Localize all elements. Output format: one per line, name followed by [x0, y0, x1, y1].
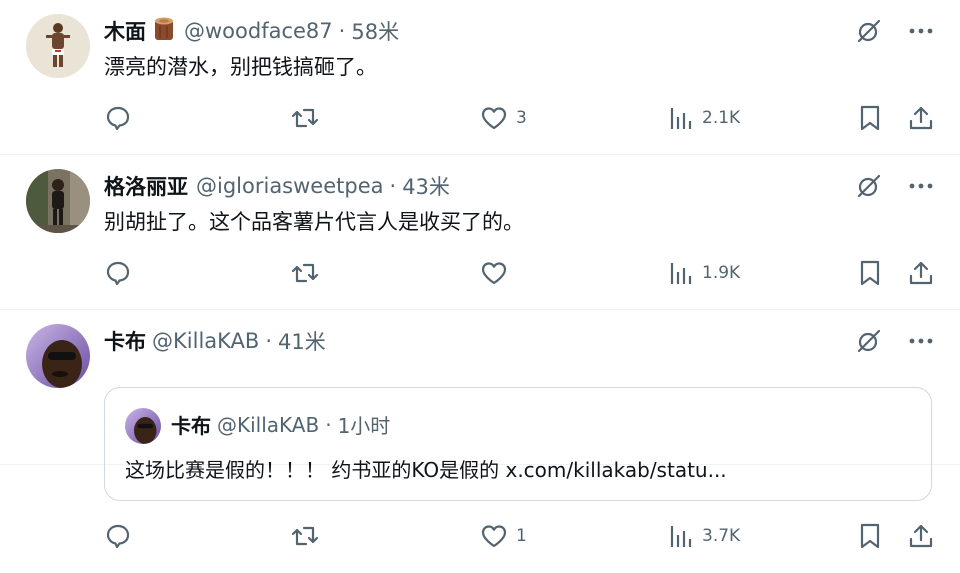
retweet-arrows-icon	[291, 263, 319, 283]
bookmark-button[interactable]	[858, 259, 882, 287]
separator-dot: ·	[265, 329, 273, 353]
display-name: 卡布	[171, 414, 211, 438]
like-button[interactable]	[480, 259, 516, 287]
more-dots-icon[interactable]	[906, 326, 936, 356]
reply-button[interactable]	[104, 104, 132, 132]
tweet[interactable]: 卡布 @KillaKAB · 41米 卡布 @KillaKAB · 1小时 这场…	[0, 310, 960, 549]
grok-slash-circle-icon[interactable]	[854, 171, 884, 201]
reply-bubble-icon	[106, 261, 130, 286]
bookmark-icon	[860, 523, 880, 549]
avatar[interactable]	[26, 324, 90, 388]
tweet-time: 1小时	[337, 414, 391, 438]
quoted-tweet-text: 这场比赛是假的！！！ 约书亚的KO是假的 x.com/killakab/stat…	[125, 458, 727, 482]
user-handle: @KillaKAB	[217, 412, 320, 437]
user-handle[interactable]: @woodface87	[184, 19, 333, 43]
grok-slash-circle-icon[interactable]	[854, 16, 884, 46]
reply-button[interactable]	[104, 522, 132, 550]
avatar[interactable]	[26, 169, 90, 233]
tweet-time[interactable]: 58米	[351, 16, 399, 46]
share-upload-icon	[909, 524, 933, 548]
heart-icon	[481, 107, 507, 130]
views-button[interactable]: 1.9K	[668, 260, 740, 286]
tweet-actions: 3 2.1K	[104, 100, 934, 136]
share-button[interactable]	[908, 259, 934, 287]
reply-bubble-icon	[106, 524, 130, 549]
more-dots-icon[interactable]	[906, 16, 936, 46]
quoted-tweet-header: 卡布 @KillaKAB · 1小时	[171, 410, 390, 439]
separator-dot: ·	[338, 19, 346, 43]
share-upload-icon	[909, 261, 933, 285]
share-button[interactable]	[908, 104, 934, 132]
share-upload-icon	[909, 106, 933, 130]
views-button[interactable]: 2.1K	[668, 105, 740, 131]
separator-dot: ·	[389, 174, 397, 198]
heart-icon	[481, 262, 507, 285]
tweet-time[interactable]: 43米	[402, 171, 450, 201]
bookmark-button[interactable]	[858, 522, 882, 550]
avatar[interactable]	[26, 14, 90, 78]
display-name[interactable]: 木面	[104, 16, 146, 46]
quoted-tweet[interactable]: 卡布 @KillaKAB · 1小时 这场比赛是假的！！！ 约书亚的KO是假的 …	[104, 387, 932, 501]
bar-chart-icon	[670, 263, 692, 284]
share-button[interactable]	[908, 522, 934, 550]
tweet-actions: 1 3.7K	[104, 518, 934, 554]
retweet-button[interactable]	[290, 259, 320, 287]
tweet-header: 木面 @woodface87 · 58米	[104, 14, 399, 48]
like-count: 3	[516, 108, 527, 128]
display-name[interactable]: 卡布	[104, 326, 146, 356]
tweet-header: 格洛丽亚 @igloriasweetpea · 43米	[104, 169, 450, 203]
bar-chart-icon	[670, 526, 692, 547]
retweet-arrows-icon	[291, 108, 319, 128]
retweet-button[interactable]	[290, 104, 320, 132]
views-count: 2.1K	[702, 108, 741, 128]
grok-slash-circle-icon[interactable]	[854, 326, 884, 356]
bookmark-icon	[860, 260, 880, 286]
tweet-text: 别胡扯了。这个品客薯片代言人是收买了的。	[104, 210, 524, 234]
tweet-actions: 1.9K	[104, 255, 934, 291]
views-count: 1.9K	[702, 263, 741, 283]
reply-button[interactable]	[104, 259, 132, 287]
user-handle[interactable]: @igloriasweetpea	[196, 174, 384, 198]
like-button[interactable]: 3	[480, 104, 527, 132]
bookmark-button[interactable]	[858, 104, 882, 132]
tweet[interactable]: 木面 @woodface87 · 58米 漂亮的潜水，别把钱搞砸了。 3 2.1…	[0, 0, 960, 155]
tweet-text: 漂亮的潜水，别把钱搞砸了。	[104, 55, 377, 79]
avatar[interactable]	[125, 408, 161, 444]
tweet-time[interactable]: 41米	[278, 326, 326, 356]
user-handle[interactable]: @KillaKAB	[152, 329, 259, 353]
separator-dot: ·	[325, 412, 332, 437]
tweet[interactable]: 格洛丽亚 @igloriasweetpea · 43米 别胡扯了。这个品客薯片代…	[0, 155, 960, 310]
bar-chart-icon	[670, 108, 692, 129]
like-count: 1	[516, 526, 527, 546]
bookmark-icon	[860, 105, 880, 131]
views-button[interactable]: 3.7K	[668, 523, 740, 549]
more-dots-icon[interactable]	[906, 171, 936, 201]
display-name[interactable]: 格洛丽亚	[104, 171, 188, 201]
heart-icon	[481, 525, 507, 548]
views-count: 3.7K	[702, 526, 741, 546]
retweet-button[interactable]	[290, 522, 320, 550]
tweet-header: 卡布 @KillaKAB · 41米	[104, 324, 326, 358]
reply-bubble-icon	[106, 106, 130, 131]
like-button[interactable]: 1	[480, 522, 527, 550]
retweet-arrows-icon	[291, 526, 319, 546]
log-emoji-icon	[152, 16, 176, 47]
